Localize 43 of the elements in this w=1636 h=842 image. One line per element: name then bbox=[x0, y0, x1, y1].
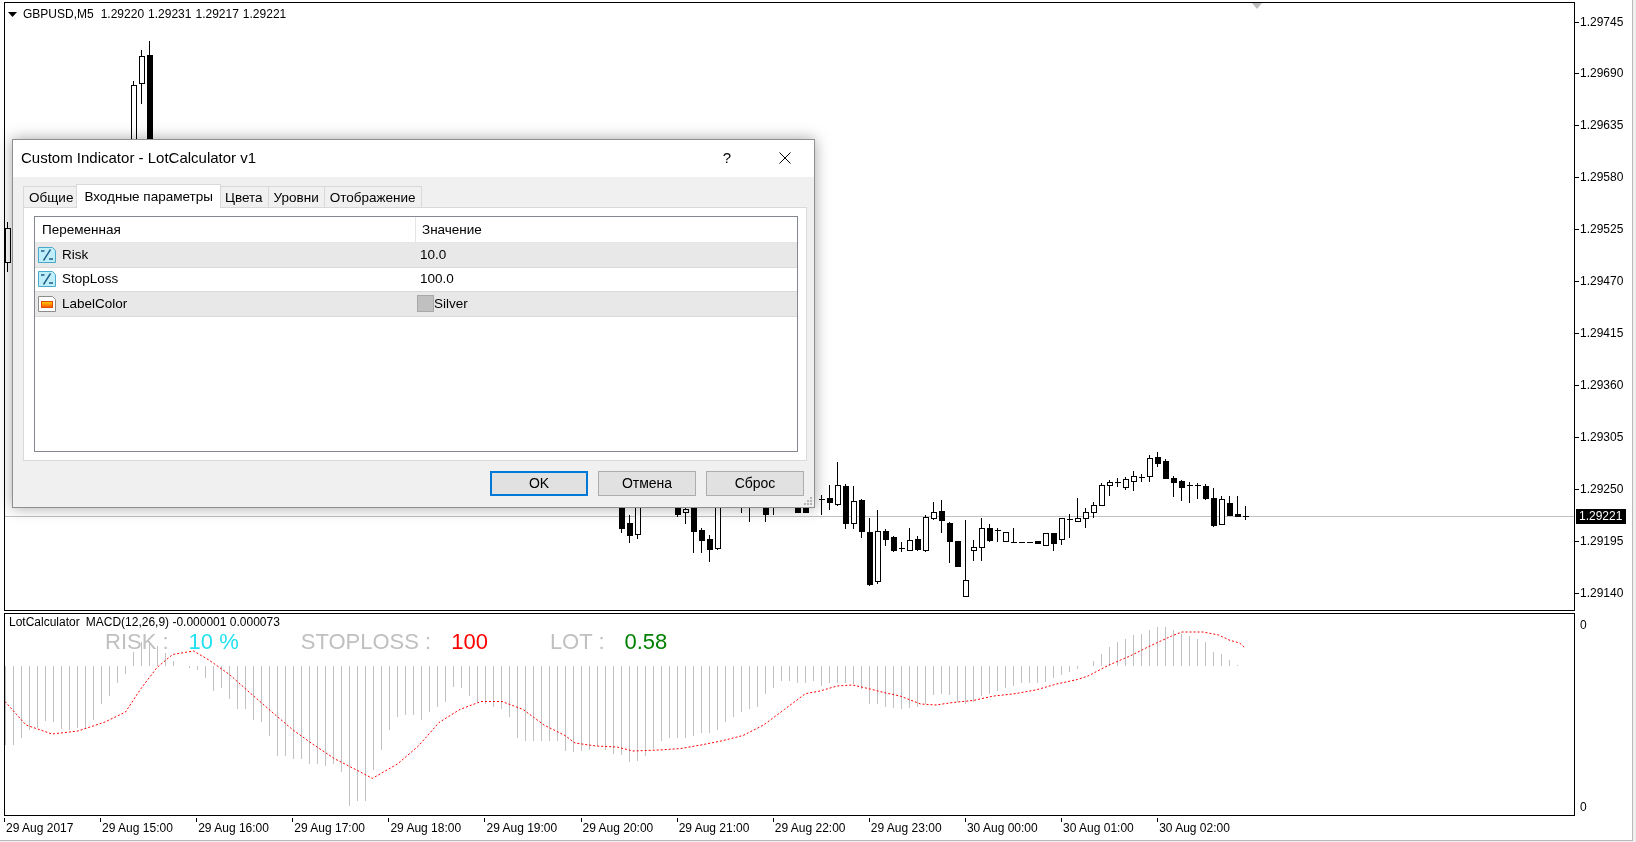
price-axis-label: 1.29140 bbox=[1580, 585, 1624, 600]
lot-value: 0.58 bbox=[624, 630, 668, 654]
price-axis-label: 1.29690 bbox=[1580, 66, 1624, 81]
time-axis-label: 29 Aug 19:00 bbox=[486, 821, 558, 835]
price-axis-label: 1.29250 bbox=[1580, 481, 1624, 496]
time-axis-label: 29 Aug 22:00 bbox=[774, 821, 846, 835]
time-axis-label: 30 Aug 02:00 bbox=[1159, 821, 1230, 835]
lot-value: 10 % bbox=[188, 630, 239, 654]
current-price-label: 1.29221 bbox=[1576, 509, 1627, 524]
price-axis-label: 1.29360 bbox=[1580, 378, 1624, 393]
time-axis-label: 29 Aug 18:00 bbox=[390, 821, 462, 835]
lot-label: RISK : bbox=[105, 630, 169, 654]
lot-value: 100 bbox=[451, 630, 488, 654]
down-triangle-icon bbox=[8, 11, 17, 17]
lot-label: LOT : bbox=[549, 630, 605, 654]
price-value: 1.29220 bbox=[100, 7, 145, 21]
price-axis-label: 1.29305 bbox=[1580, 430, 1624, 444]
time-axis-label: 30 Aug 01:00 bbox=[1063, 821, 1134, 835]
price-axis-label: 1.29635 bbox=[1580, 118, 1624, 133]
price-axis-label: 1.29415 bbox=[1580, 326, 1624, 341]
time-axis-label: 29 Aug 21:00 bbox=[678, 821, 750, 835]
time-axis-label: 29 Aug 2017 bbox=[6, 821, 74, 835]
time-axis-label: 30 Aug 00:00 bbox=[966, 821, 1038, 835]
axis-label: 0 bbox=[1580, 618, 1587, 632]
price-value: 1.29221 bbox=[242, 7, 287, 21]
down-triangle-icon bbox=[1252, 3, 1262, 9]
price-axis-label: 1.29470 bbox=[1580, 274, 1624, 289]
indicator-name: LotCalculator bbox=[9, 615, 80, 629]
price-axis-label: 1.29525 bbox=[1580, 222, 1624, 237]
time-axis-label: 29 Aug 17:00 bbox=[294, 821, 365, 835]
price-value: 1.29231 bbox=[148, 7, 192, 21]
lot-label: STOPLOSS : bbox=[300, 630, 432, 654]
time-axis-label: 29 Aug 20:00 bbox=[582, 821, 654, 835]
time-axis-label: 29 Aug 15:00 bbox=[102, 821, 173, 835]
time-axis-label: 29 Aug 16:00 bbox=[198, 821, 269, 835]
axis-label: 0 bbox=[1580, 800, 1587, 814]
time-axis-label: 29 Aug 23:00 bbox=[870, 821, 942, 835]
symbol-label: GBPUSD,M5 bbox=[23, 7, 94, 21]
price-axis-label: 1.29580 bbox=[1580, 170, 1624, 185]
indicator-name: MACD(12,26,9) -0.000001 0.000073 bbox=[85, 615, 280, 629]
price-axis-label: 1.29745 bbox=[1580, 14, 1624, 29]
price-axis-label: 1.29195 bbox=[1580, 533, 1624, 548]
price-value: 1.29217 bbox=[195, 7, 239, 21]
